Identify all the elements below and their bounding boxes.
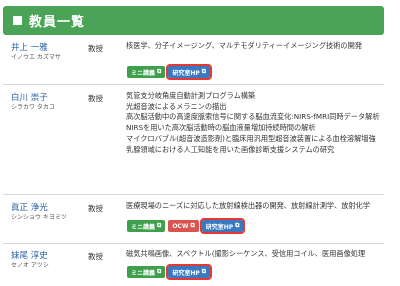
header-square-icon (13, 16, 22, 25)
button-group: ミニ講義 ⧉ OCW ⧉ 研究室HP ⧉ (127, 218, 246, 234)
research-topic: NIRSを用いた高次脳活動時の脳血液量増加持続時間の解析 (126, 123, 316, 133)
research-topic: 医療現場のニーズに対応した放射線検出器の開発、放射線計測学、放射化学 (126, 201, 371, 210)
external-link-icon: ⧉ (201, 268, 207, 275)
research-topic: 核医学、分子イメージング、マルチモダリティーイメージング技術の開発 (126, 41, 362, 50)
lab-homepage-button[interactable]: 研究室HP ⧉ (199, 218, 246, 234)
research-topics: 気管支分岐角度自動計測プログラム構築 光超音波によるメラニンの描出 高次脳活動中… (126, 91, 380, 155)
external-link-icon: ⧉ (190, 222, 195, 229)
ocw-button[interactable]: OCW ⧉ (168, 220, 199, 232)
faculty-kana: イノウエ カズマサ (11, 54, 61, 61)
external-link-icon: ⧉ (157, 68, 162, 75)
external-link-icon: ⧉ (235, 222, 240, 229)
faculty-row: 眞正 浄光 シンショウ キヨミツ 教授 医療現場のニーズに対応した放射線検出器の… (3, 195, 384, 244)
research-topic: 光超音波によるメラニンの描出 (126, 101, 227, 111)
faculty-rank: 教授 (88, 94, 103, 103)
faculty-row: 白川 崇子 シラカワ タカコ 教授 気管支分岐角度自動計測プログラム構築 光超音… (3, 85, 384, 195)
lab-homepage-button[interactable]: 研究室HP ⧉ (166, 64, 213, 80)
faculty-rank: 教授 (88, 252, 103, 261)
mini-lecture-button[interactable]: ミニ講義 ⧉ (127, 220, 166, 232)
mini-lecture-button[interactable]: ミニ講義 ⧉ (127, 66, 166, 78)
external-link-icon: ⧉ (157, 222, 162, 229)
faculty-row: 妹尾 淳史 セノオ アツシ 教授 磁気共鳴画像、スペクトル(撮影シーケンス、受信… (3, 244, 384, 286)
button-group: ミニ講義 ⧉ 研究室HP ⧉ (127, 264, 213, 280)
button-group: ミニ講義 ⧉ 研究室HP ⧉ (127, 64, 213, 80)
faculty-rank: 教授 (88, 204, 103, 213)
faculty-kana: シラカワ タカコ (11, 104, 55, 111)
research-topic: 気管支分岐角度自動計測プログラム構築 (126, 91, 256, 100)
research-topic: 高次脳活動中の高速度脈索信号に関する脳血流変化:NIRS-fMRI同時データ解析 (126, 112, 380, 122)
section-title: 教員一覧 (29, 15, 86, 30)
research-topic: マイクロバブル(超音波造影剤)と臨床用汎用型超音波装置による血栓溶解増強 (126, 133, 376, 143)
research-topic: 乳腺領域における人工知能を用いた画像診断支援システムの研究 (126, 144, 335, 154)
faculty-row: 井上 一雅 イノウエ カズマサ 教授 核医学、分子イメージング、マルチモダリティ… (3, 35, 384, 85)
section-header: 教員一覧 (3, 6, 384, 35)
faculty-kana: シンショウ キヨミツ (11, 214, 67, 221)
faculty-kana: セノオ アツシ (11, 262, 49, 269)
mini-lecture-button[interactable]: ミニ講義 ⧉ (127, 266, 166, 278)
research-topics: 核医学、分子イメージング、マルチモダリティーイメージング技術の開発 (126, 41, 362, 52)
external-link-icon: ⧉ (157, 268, 162, 275)
research-topics: 医療現場のニーズに対応した放射線検出器の開発、放射線計測学、放射化学 (126, 201, 370, 212)
faculty-rank: 教授 (88, 44, 103, 53)
lab-homepage-button[interactable]: 研究室HP ⧉ (166, 264, 213, 280)
external-link-icon: ⧉ (201, 68, 207, 75)
